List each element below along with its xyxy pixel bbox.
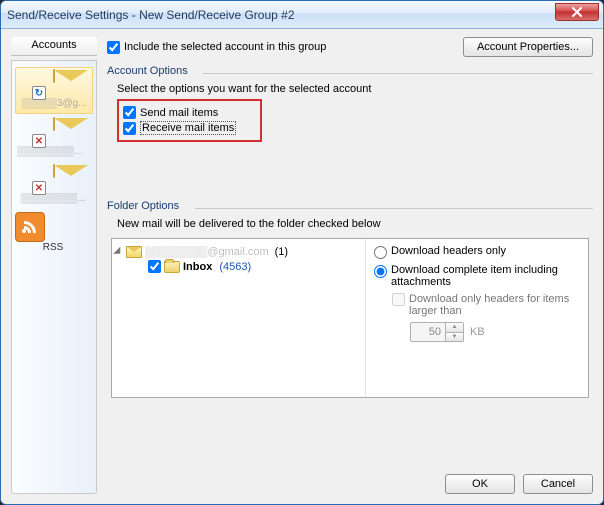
envelope-icon: ✕ [34,165,74,193]
root-count: (1) [272,246,288,258]
account-options-title: Account Options [107,65,593,79]
account-label: ▒▒▒▒▒3@g... [16,98,92,109]
include-account-label: Include the selected account in this gro… [124,41,326,53]
size-spinner: ▲ ▼ KB [374,322,582,342]
envelope-icon: ✕ [34,118,74,146]
client-area: Accounts ↻ ▒▒▒▒▒3@g... ✕ [1,29,603,504]
account-item-2[interactable]: ✕ ▒▒▒▒▒▒▒▒... [15,163,93,208]
send-mail-checkbox[interactable]: Send mail items [123,105,236,120]
account-options-group: Account Options Select the options you w… [107,65,593,150]
expand-icon[interactable] [113,247,124,258]
close-icon [571,7,583,17]
folder-area: ▒▒▒▒▒▒▒▒@gmail.com (1) Inbox (4563) [111,238,589,398]
sync-badge-icon: ↻ [32,86,46,100]
sidebar-header: Accounts [11,37,97,56]
download-larger-input[interactable] [392,293,405,306]
download-complete-radio[interactable]: Download complete item including attachm… [374,264,582,288]
accounts-sidebar: Accounts ↻ ▒▒▒▒▒3@g... ✕ [11,37,97,494]
highlight-box: Send mail items Receive mail items [117,99,262,142]
mailbox-icon [126,246,142,258]
spin-up-button[interactable]: ▲ [446,323,463,333]
download-larger-label: Download only headers for items larger t… [409,293,582,317]
folder-options-title: Folder Options [107,200,593,214]
receive-mail-label: Receive mail items [140,121,236,135]
send-mail-input[interactable] [123,106,136,119]
account-item-0[interactable]: ↻ ▒▒▒▒▒3@g... [15,67,93,114]
close-button[interactable] [555,3,599,21]
error-badge-icon: ✕ [32,134,46,148]
size-value-input[interactable] [411,323,445,341]
account-label: ▒▒▒▒▒▒▒▒... [15,193,91,204]
download-complete-label: Download complete item including attachm… [391,264,582,288]
root-label: ▒▒▒▒▒▒▒▒@gmail.com [145,246,269,258]
window-title: Send/Receive Settings - New Send/Receive… [7,8,295,22]
dialog-buttons: OK Cancel [107,464,593,494]
right-pane: Include the selected account in this gro… [107,37,593,494]
rss-icon [15,212,45,242]
titlebar: Send/Receive Settings - New Send/Receive… [1,1,603,29]
account-item-rss[interactable]: RSS [15,210,93,257]
inbox-label: Inbox [183,261,212,273]
envelope-icon: ↻ [34,70,74,98]
ok-button[interactable]: OK [445,474,515,494]
folder-tree[interactable]: ▒▒▒▒▒▒▒▒@gmail.com (1) Inbox (4563) [112,239,366,397]
accounts-list: ↻ ▒▒▒▒▒3@g... ✕ ▒▒▒▒▒▒▒▒@... [11,60,97,494]
error-badge-icon: ✕ [32,181,46,195]
folder-options-group: Folder Options New mail will be delivere… [107,200,593,406]
receive-mail-checkbox[interactable]: Receive mail items [123,120,236,136]
tree-root[interactable]: ▒▒▒▒▒▒▒▒@gmail.com (1) [116,245,361,259]
include-account-checkbox[interactable]: Include the selected account in this gro… [107,41,326,54]
download-headers-radio[interactable]: Download headers only [374,245,582,259]
download-headers-label: Download headers only [391,245,506,257]
size-unit: KB [470,326,485,338]
download-larger-checkbox[interactable]: Download only headers for items larger t… [374,293,582,317]
account-properties-button[interactable]: Account Properties... [463,37,593,57]
folder-icon [164,261,180,273]
tree-inbox[interactable]: Inbox (4563) [116,259,361,274]
spin-down-button[interactable]: ▼ [446,333,463,342]
download-complete-input[interactable] [374,265,387,278]
cancel-button[interactable]: Cancel [523,474,593,494]
download-options: Download headers only Download complete … [374,239,588,397]
receive-mail-input[interactable] [123,122,136,135]
send-mail-label: Send mail items [140,107,218,119]
account-item-1[interactable]: ✕ ▒▒▒▒▒▒▒▒@... [15,116,93,161]
folder-options-subtitle: New mail will be delivered to the folder… [111,218,589,234]
account-label: ▒▒▒▒▒▒▒▒@... [15,146,91,157]
inbox-count: (4563) [215,261,251,273]
dialog-window: Send/Receive Settings - New Send/Receive… [0,0,604,505]
inbox-checkbox[interactable] [148,260,161,273]
account-label: RSS [15,242,91,253]
include-account-input[interactable] [107,41,120,54]
account-options-subtitle: Select the options you want for the sele… [117,83,589,99]
download-headers-input[interactable] [374,246,387,259]
